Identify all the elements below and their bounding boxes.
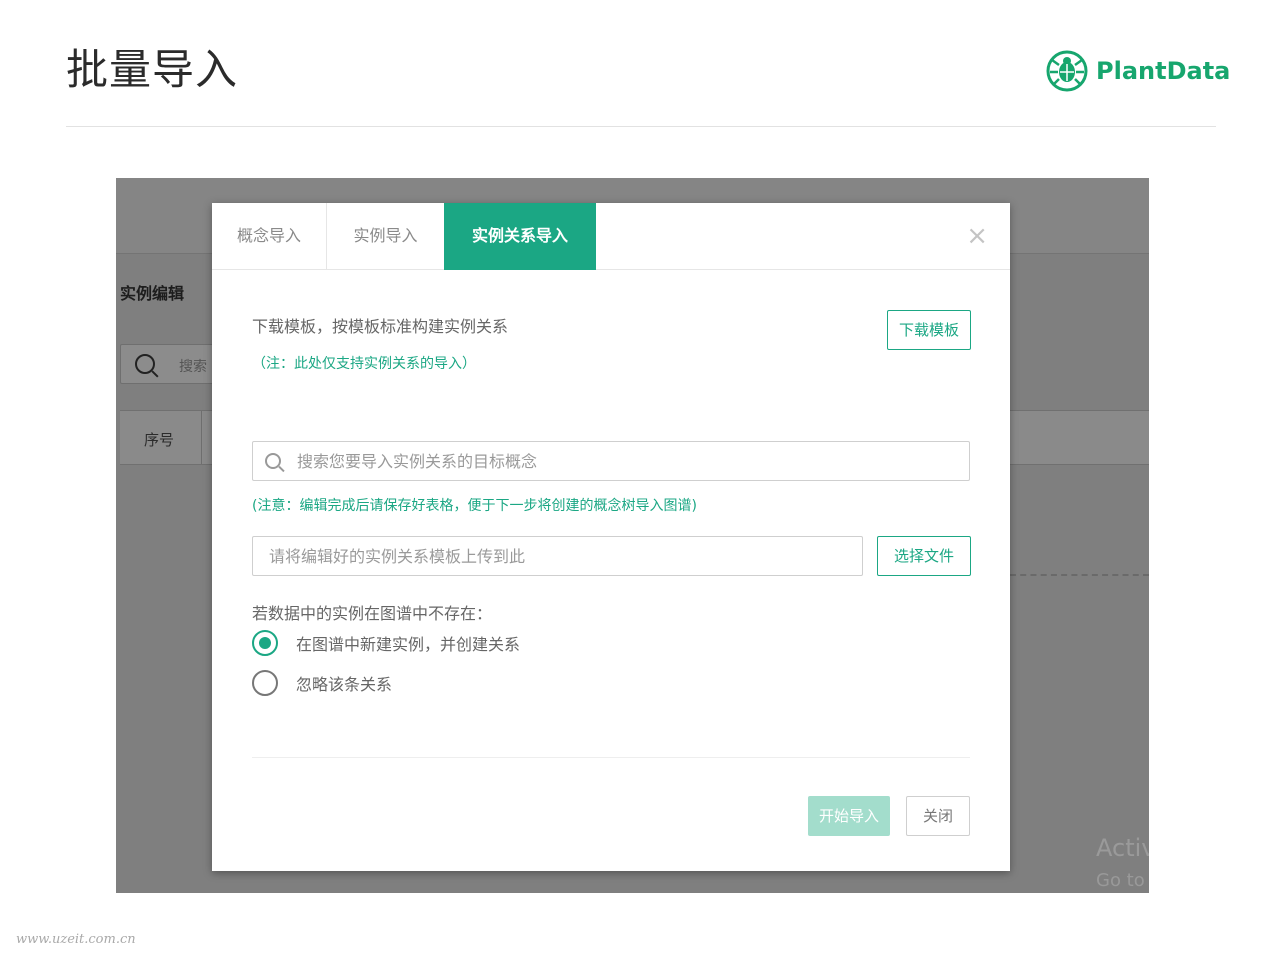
close-button[interactable]: 关闭 [906,796,970,836]
slide-title: 批量导入 [66,45,239,94]
header-divider [66,126,1216,127]
tab-instance-relation-import[interactable]: 实例关系导入 [444,203,596,270]
app-search-placeholder: 搜索 [179,359,207,375]
activation-watermark-sub: Go to [1096,870,1145,891]
search-icon [265,453,281,469]
template-description: 下载模板，按模板标准构建实例关系 [252,317,509,336]
edit-note: (注意：编辑完成后请保存好表格，便于下一步将创建的概念树导入图谱) [252,498,697,514]
option-ignore-relation[interactable]: 忽略该条关系 [252,670,392,696]
option-ignore-relation-label: 忽略该条关系 [296,675,393,694]
app-section-title: 实例编辑 [120,284,185,303]
dashed-connector [1010,574,1149,576]
radio-unchecked-icon[interactable] [252,670,278,696]
option-create-instance-label: 在图谱中新建实例，并创建关系 [296,635,521,654]
table-header-index: 序号 [120,411,202,464]
plantdata-logo-icon [1046,50,1088,92]
brand-name: PlantData [1096,57,1231,85]
close-icon[interactable]: × [966,223,988,249]
search-icon [135,354,155,374]
download-template-button[interactable]: 下载模板 [887,310,971,350]
missing-instance-question: 若数据中的实例在图谱中不存在： [252,604,493,623]
tab-instance-import[interactable]: 实例导入 [327,203,444,269]
activation-watermark: Activ [1096,834,1149,862]
upload-input[interactable] [269,537,854,575]
upload-field[interactable] [252,536,863,576]
target-concept-search[interactable] [252,441,970,481]
radio-checked-icon[interactable] [252,630,278,656]
start-import-button[interactable]: 开始导入 [808,796,890,836]
option-create-instance[interactable]: 在图谱中新建实例，并创建关系 [252,630,520,656]
tab-concept-import[interactable]: 概念导入 [212,203,327,269]
target-concept-input[interactable] [297,442,957,480]
dialog-tabs: 概念导入 实例导入 实例关系导入 × [212,203,1010,270]
site-watermark: www.uzeit.com.cn [16,932,136,947]
footer-divider [252,757,970,758]
import-dialog: 概念导入 实例导入 实例关系导入 × 下载模板，按模板标准构建实例关系 （注：此… [212,203,1010,871]
brand-logo: PlantData [1046,50,1230,92]
choose-file-button[interactable]: 选择文件 [877,536,971,576]
table-header-index-label: 序号 [144,431,175,449]
template-note: （注：此处仅支持实例关系的导入） [252,356,476,372]
